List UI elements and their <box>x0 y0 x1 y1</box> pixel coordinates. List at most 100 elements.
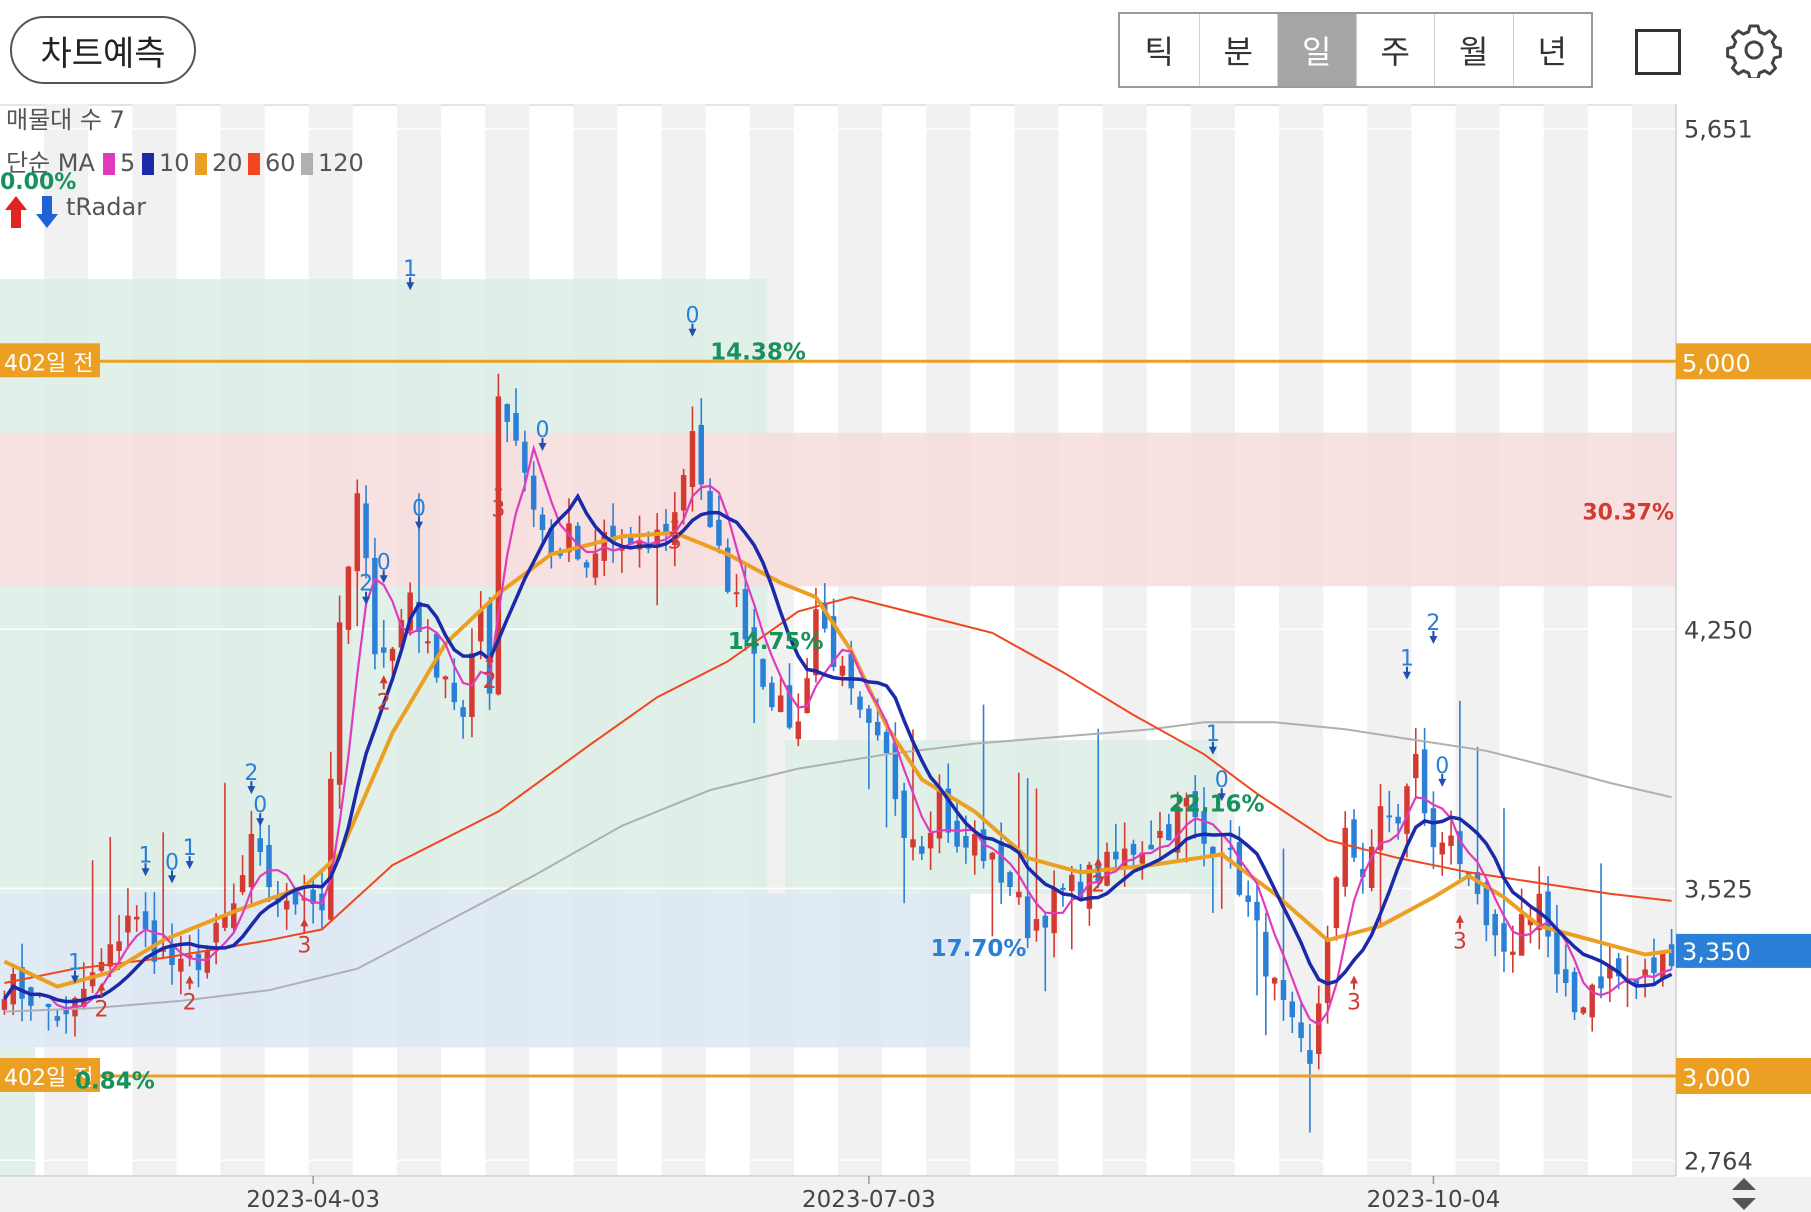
fullscreen-square-icon[interactable] <box>1635 29 1681 75</box>
signal-count: 2 <box>94 998 108 1023</box>
candle-body <box>204 950 211 973</box>
candle-body <box>257 838 263 852</box>
gear-icon[interactable] <box>1726 22 1782 78</box>
candle-body <box>522 441 528 473</box>
tab-week[interactable]: 주 <box>1355 14 1435 86</box>
candle-body <box>478 610 484 642</box>
ma10-label: 10 <box>159 149 190 177</box>
price-tick-label: 2,764 <box>1684 1147 1753 1175</box>
week-band <box>1367 104 1412 1176</box>
candle-body <box>425 641 431 644</box>
candle-body <box>345 566 352 630</box>
candle-body <box>583 562 590 568</box>
candle-body <box>248 834 255 888</box>
signal-up-arrow-icon <box>1350 975 1359 990</box>
candle <box>1271 976 1278 1001</box>
date-axis: 2023-04-03 2023-07-03 2023-10-04 <box>0 1176 1811 1212</box>
signal-count: 2 <box>377 690 391 715</box>
candle <box>1439 831 1445 876</box>
candle-body <box>874 721 881 736</box>
tab-tick[interactable]: 틱 <box>1120 14 1199 86</box>
candle-body <box>689 431 696 488</box>
candle-body <box>1510 951 1516 955</box>
candle <box>1069 865 1075 950</box>
candle-body <box>195 953 202 971</box>
candle <box>336 595 343 809</box>
candle-body <box>1113 851 1119 860</box>
zone-pct-label: 22.16% <box>1169 792 1265 818</box>
chart-predict-button[interactable]: 차트예측 <box>10 16 196 84</box>
candle-body <box>883 731 890 754</box>
signal-count: 3 <box>1347 990 1361 1015</box>
candle-body <box>733 592 740 595</box>
candle-body <box>363 503 369 559</box>
candle-body <box>389 648 396 661</box>
candle-body <box>442 676 449 680</box>
candle-body <box>795 721 802 740</box>
candle-body <box>1 999 8 1010</box>
candle-body <box>857 696 863 710</box>
candle-body <box>1271 977 1278 984</box>
candle-body <box>539 514 546 530</box>
current-price-label: 3,350 <box>1682 938 1751 966</box>
candle-body <box>530 475 537 510</box>
candle-body <box>1130 843 1137 855</box>
signal-count: 2 <box>183 990 197 1015</box>
candle-body <box>133 916 140 920</box>
candle-body <box>1263 931 1269 977</box>
candle-body <box>125 915 131 933</box>
candle-body <box>777 695 784 713</box>
ma120-swatch <box>301 153 313 175</box>
candle-body <box>1298 1022 1304 1039</box>
tab-year[interactable]: 년 <box>1512 14 1592 86</box>
candle-body <box>1580 1007 1587 1014</box>
candle-body <box>1395 816 1401 824</box>
hline-left-label: 402일 전 <box>4 351 93 376</box>
week-band <box>1543 104 1588 1176</box>
candle-body <box>1448 835 1454 847</box>
candle-body <box>328 778 334 920</box>
zone-pct-label: 0.84% <box>75 1068 155 1094</box>
signal-count: 3 <box>491 497 505 522</box>
tab-minute[interactable]: 분 <box>1198 14 1278 86</box>
candle-body <box>707 490 713 527</box>
candle-body <box>1501 923 1507 952</box>
candle-body <box>954 820 960 847</box>
candle-body <box>336 622 343 785</box>
date-tick-label: 2023-10-04 <box>1367 1187 1501 1212</box>
signal-count: 3 <box>297 933 311 958</box>
candle-body <box>1245 895 1251 902</box>
volume-profile-label: 매물대 수 7 <box>6 106 125 134</box>
candle <box>795 693 802 747</box>
candle-body <box>1351 819 1357 858</box>
tab-month[interactable]: 월 <box>1434 14 1513 86</box>
candle <box>1245 880 1251 917</box>
volume-zone-0 <box>0 279 768 433</box>
candle-body <box>1060 887 1066 890</box>
candle-body <box>971 834 978 856</box>
candle-body <box>1563 969 1569 983</box>
candle-body <box>178 958 184 972</box>
candle-body <box>1430 808 1437 848</box>
candle-body <box>1571 971 1578 1013</box>
candle-body <box>460 707 466 717</box>
ma5-swatch <box>103 153 115 175</box>
tab-day[interactable]: 일 <box>1277 14 1356 86</box>
week-band <box>1190 104 1235 1176</box>
candle-body <box>760 659 766 687</box>
candle-body <box>1016 891 1022 898</box>
candle <box>1598 863 1604 999</box>
candlestick-chart[interactable]: 30.37% 매물대 수 7 단순 MA 5 10 20 60 120 0.00… <box>0 104 1811 1212</box>
candle-body <box>1598 976 1604 989</box>
candle-body <box>1413 753 1419 779</box>
candle-body <box>54 1016 61 1021</box>
candle-body <box>698 424 705 485</box>
volume-zone-1 <box>0 432 1676 587</box>
candle-body <box>804 678 810 714</box>
candle-body <box>910 839 916 848</box>
ma20-label: 20 <box>212 149 243 177</box>
candle <box>1263 912 1269 1036</box>
candle-body <box>901 790 907 838</box>
candle-body <box>266 845 272 888</box>
candle <box>1536 866 1543 950</box>
